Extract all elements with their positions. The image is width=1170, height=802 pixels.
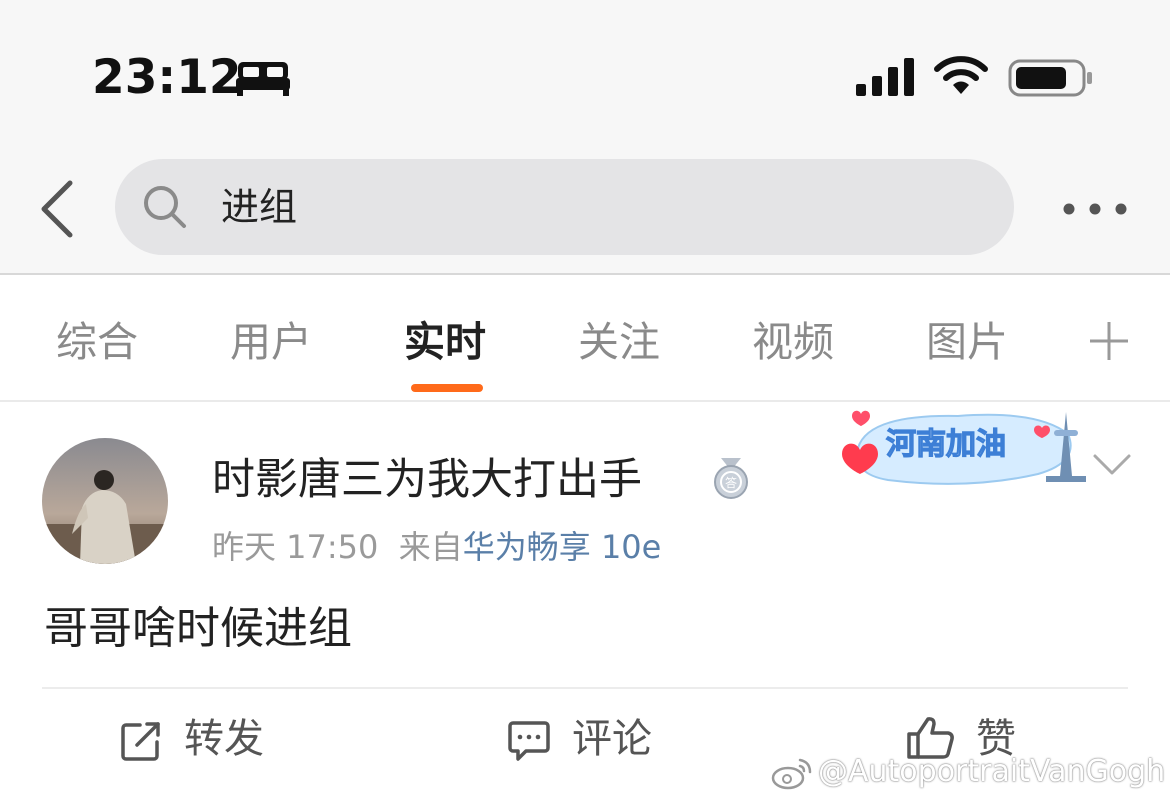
weibo-logo-icon xyxy=(771,758,812,790)
username[interactable]: 时影唐三为我大打出手 xyxy=(212,452,642,508)
back-icon[interactable] xyxy=(36,180,76,238)
add-tab-icon[interactable] xyxy=(1088,320,1130,362)
badge-text: 河南加油 xyxy=(886,427,1006,462)
medal-icon: 答 xyxy=(714,458,748,499)
comment-label: 评论 xyxy=(572,716,652,762)
more-icon[interactable] xyxy=(1060,196,1130,222)
post-meta: 昨天 17:50 来自华为畅享 10e xyxy=(212,526,661,568)
header-divider xyxy=(0,273,1170,275)
battery-icon xyxy=(1008,59,1092,97)
top-bar: 23:12 进组 xyxy=(0,0,1170,275)
signal-icon xyxy=(856,58,914,96)
post-from-label: 来自 xyxy=(398,528,463,566)
tabs-divider xyxy=(0,400,1170,402)
active-tab-indicator xyxy=(411,384,483,392)
tab-following[interactable]: 关注 xyxy=(578,314,660,370)
watermark-text: @AutoportraitVanGogh xyxy=(818,754,1166,789)
repost-label: 转发 xyxy=(184,716,264,762)
search-icon xyxy=(144,186,186,228)
henan-badge-sticker: 河南加油 xyxy=(842,410,1086,485)
wifi-icon xyxy=(934,56,988,94)
post-time: 昨天 17:50 xyxy=(212,528,379,566)
tab-comprehensive[interactable]: 综合 xyxy=(56,314,138,370)
tab-bar: 综合 用户 实时 关注 视频 图片 xyxy=(0,276,1170,400)
post-text[interactable]: 哥哥啥时候进组 xyxy=(44,600,352,658)
repost-button[interactable]: 转发 xyxy=(120,712,280,768)
comment-button[interactable]: 评论 xyxy=(508,712,668,768)
post-divider xyxy=(42,687,1128,689)
comment-icon xyxy=(508,721,550,761)
tab-video[interactable]: 视频 xyxy=(752,314,834,370)
status-time: 23:12 xyxy=(92,50,242,105)
tab-users[interactable]: 用户 xyxy=(230,314,312,370)
svg-text:答: 答 xyxy=(725,475,737,490)
tab-images[interactable]: 图片 xyxy=(926,314,1008,370)
tab-realtime[interactable]: 实时 xyxy=(404,314,486,370)
search-value: 进组 xyxy=(221,185,298,229)
sleep-icon xyxy=(236,62,290,96)
avatar[interactable] xyxy=(42,438,168,564)
repost-icon xyxy=(121,722,160,761)
post-source[interactable]: 华为畅享 10e xyxy=(463,528,662,566)
search-input[interactable]: 进组 xyxy=(115,159,1014,255)
chevron-down-icon[interactable] xyxy=(1092,452,1132,478)
avatar-image xyxy=(42,438,168,564)
